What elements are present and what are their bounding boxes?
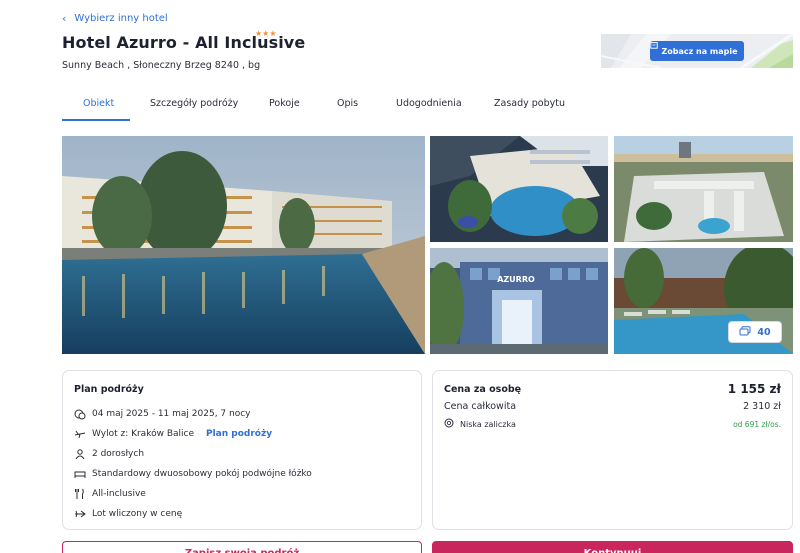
back-link-label: Wybierz inny hotel bbox=[74, 13, 168, 24]
coin-icon bbox=[444, 418, 454, 430]
bed-icon bbox=[74, 468, 86, 480]
tab-pokoje[interactable]: Pokoje bbox=[269, 98, 300, 109]
price-per-person-row: Cena za osobę 1 155 zł bbox=[444, 382, 781, 396]
total-price-value: 2 310 zł bbox=[743, 401, 781, 412]
deposit-value: od 691 zł/os. bbox=[733, 419, 781, 429]
gallery-count-value: 40 bbox=[757, 326, 771, 338]
travel-dates-row: 04 maj 2025 - 11 maj 2025, 7 nocy bbox=[74, 408, 250, 420]
tab-udogodnienia[interactable]: Udogodnienia bbox=[396, 98, 462, 109]
extras-row: Lot wliczony w cenę bbox=[74, 508, 182, 520]
deposit-label-group: Niska zaliczka bbox=[444, 418, 516, 430]
back-link[interactable]: ‹ Wybierz inny hotel bbox=[62, 13, 168, 24]
star-rating: ★★★ bbox=[255, 29, 277, 38]
price-card: Cena za osobę 1 155 zł Cena całkowita 2 … bbox=[432, 370, 793, 530]
travel-plan-card: Plan podróży 04 maj 2025 - 11 maj 2025, … bbox=[62, 370, 422, 530]
save-trip-button[interactable]: Zapisz swoją podróż bbox=[62, 541, 422, 553]
flight-included: Lot wliczony w cenę bbox=[92, 509, 183, 519]
active-tab-indicator bbox=[62, 119, 130, 121]
travel-plan-link[interactable]: Plan podróży bbox=[206, 429, 272, 439]
tab-obiekt[interactable]: Obiekt bbox=[83, 98, 114, 109]
price-per-person-label: Cena za osobę bbox=[444, 383, 522, 395]
photo-aerial-pool[interactable] bbox=[430, 136, 608, 242]
gallery-count-button[interactable]: 40 bbox=[728, 321, 782, 343]
photo-main-pool[interactable] bbox=[62, 136, 425, 354]
deposit-row: Niska zaliczka od 691 zł/os. bbox=[444, 418, 781, 430]
tab-zasady-pobytu[interactable]: Zasady pobytu bbox=[494, 98, 565, 109]
flight-included-icon bbox=[74, 508, 86, 520]
price-per-person-value: 1 155 zł bbox=[727, 382, 781, 396]
total-price-row: Cena całkowita 2 310 zł bbox=[444, 401, 781, 412]
plane-icon bbox=[74, 428, 86, 440]
show-map-button[interactable]: Zobacz na mapie bbox=[650, 41, 744, 61]
map-thumbnail[interactable]: Zobacz na mapie bbox=[601, 34, 793, 68]
departure-row: Wylot z: Kraków Balice Plan podróży bbox=[74, 428, 272, 440]
deposit-label: Niska zaliczka bbox=[460, 419, 516, 429]
tab-opis[interactable]: Opis bbox=[337, 98, 358, 109]
calendar-icon bbox=[74, 408, 86, 420]
tab-szczegoly-podrozy[interactable]: Szczegóły podróży bbox=[150, 98, 238, 109]
cutlery-icon bbox=[74, 488, 86, 500]
photo-hotel-entrance[interactable]: AZURRO bbox=[430, 248, 608, 354]
guests-icon bbox=[74, 448, 86, 460]
travel-dates: 04 maj 2025 - 11 maj 2025, 7 nocy bbox=[92, 409, 251, 419]
guests-row: 2 dorosłych bbox=[74, 448, 144, 460]
photo-aerial-resort[interactable] bbox=[614, 136, 793, 242]
tab-bar: Obiekt Szczegóły podróży Pokoje Opis Udo… bbox=[62, 98, 622, 122]
board-row: All-inclusive bbox=[74, 488, 146, 500]
room-row: Standardowy dwuosobowy pokój podwójne łó… bbox=[74, 468, 312, 480]
room-type: Standardowy dwuosobowy pokój podwójne łó… bbox=[92, 469, 312, 479]
chevron-left-icon: ‹ bbox=[62, 12, 67, 25]
guests-count: 2 dorosłych bbox=[92, 449, 145, 459]
total-price-label: Cena całkowita bbox=[444, 401, 517, 412]
hotel-address: Sunny Beach , Słoneczny Brzeg 8240 , bg bbox=[62, 60, 261, 71]
photos-icon bbox=[739, 325, 751, 339]
board-type: All-inclusive bbox=[92, 489, 146, 499]
travel-plan-heading: Plan podróży bbox=[74, 384, 144, 395]
departure-airport: Wylot z: Kraków Balice bbox=[92, 429, 194, 439]
continue-button[interactable]: Kontynuuj bbox=[432, 541, 793, 553]
hotel-sign-text: AZURRO bbox=[497, 275, 535, 284]
show-map-label: Zobacz na mapie bbox=[661, 46, 738, 56]
